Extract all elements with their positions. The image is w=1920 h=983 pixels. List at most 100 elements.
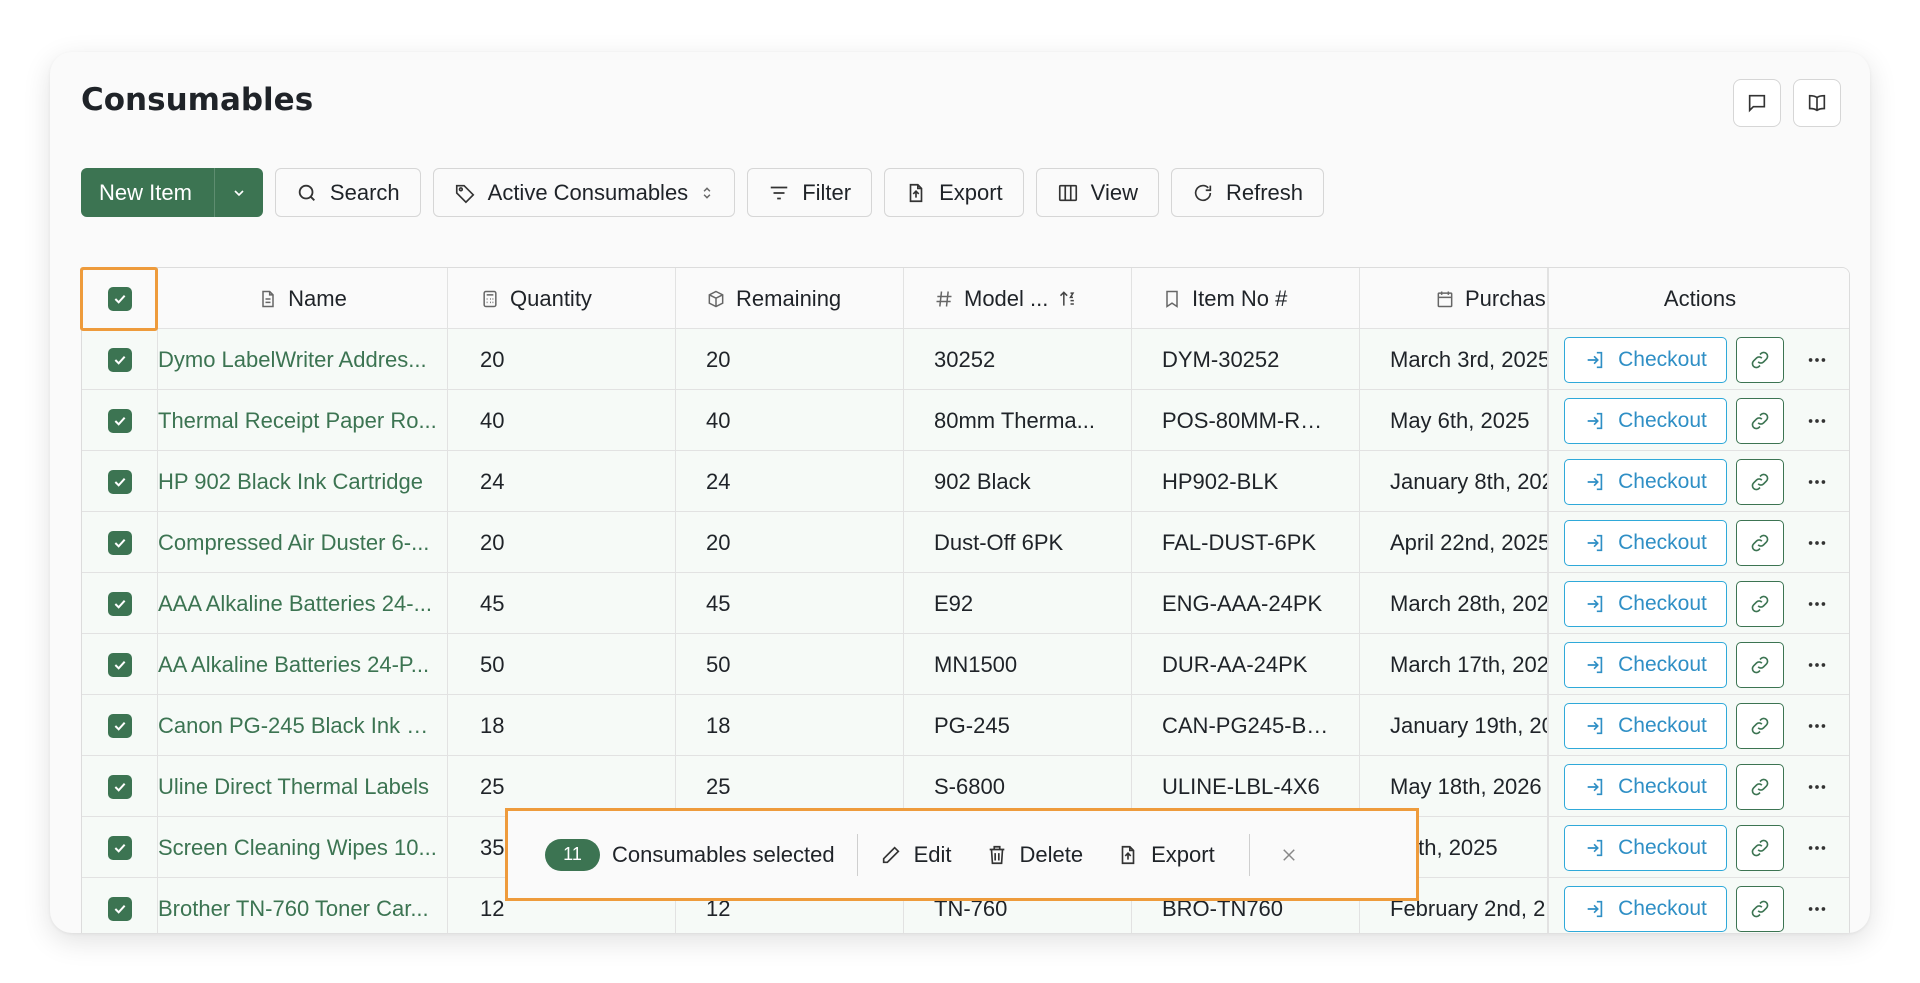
- item-name-link[interactable]: Compressed Air Duster 6-...: [158, 530, 429, 556]
- link-button[interactable]: [1736, 581, 1784, 627]
- filter-label: Filter: [802, 179, 852, 205]
- link-button[interactable]: [1736, 825, 1784, 871]
- name-cell: AAA Alkaline Batteries 24-...: [158, 573, 448, 634]
- more-actions-button[interactable]: [1799, 886, 1835, 932]
- view-button[interactable]: View: [1035, 168, 1159, 217]
- checkout-button[interactable]: Checkout: [1564, 642, 1727, 688]
- more-actions-button[interactable]: [1799, 398, 1835, 444]
- row-checkbox[interactable]: [107, 835, 132, 860]
- column-header-name-label: Name: [288, 285, 347, 311]
- link-button[interactable]: [1736, 337, 1784, 383]
- login-icon: [1587, 778, 1603, 796]
- item-name-link[interactable]: HP 902 Black Ink Cartridge: [158, 469, 423, 495]
- model-value: MN1500: [934, 651, 1018, 677]
- more-actions-button[interactable]: [1799, 764, 1835, 810]
- more-actions-button[interactable]: [1799, 703, 1835, 749]
- column-header-item-no[interactable]: Item No #: [1132, 268, 1360, 329]
- column-header-remaining[interactable]: Remaining: [676, 268, 904, 329]
- actions-cell: Checkout: [1548, 817, 1849, 878]
- new-item-dropdown-button[interactable]: [213, 168, 263, 217]
- checkout-button[interactable]: Checkout: [1564, 764, 1727, 810]
- bulk-delete-button[interactable]: Delete: [986, 842, 1083, 868]
- quantity-cell: 40: [448, 390, 676, 451]
- status-select[interactable]: Active Consumables: [432, 168, 736, 217]
- checkout-button[interactable]: Checkout: [1564, 337, 1727, 383]
- divider: [1248, 833, 1250, 876]
- row-checkbox[interactable]: [107, 347, 132, 372]
- checkout-button[interactable]: Checkout: [1564, 886, 1727, 932]
- link-button[interactable]: [1736, 764, 1784, 810]
- more-actions-button[interactable]: [1799, 520, 1835, 566]
- row-checkbox[interactable]: [107, 652, 132, 677]
- item-name-link[interactable]: AA Alkaline Batteries 24-P...: [158, 652, 429, 678]
- checkout-label: Checkout: [1618, 531, 1707, 554]
- pencil-icon: [882, 845, 900, 863]
- item-name-link[interactable]: Thermal Receipt Paper Ro...: [158, 408, 437, 434]
- more-horizontal-icon: [1808, 724, 1826, 728]
- checkmark-icon: [114, 660, 125, 670]
- more-actions-button[interactable]: [1799, 642, 1835, 688]
- model-value: 902 Black: [934, 468, 1031, 494]
- link-button[interactable]: [1736, 520, 1784, 566]
- item-name-link[interactable]: Dymo LabelWriter Addres...: [158, 347, 427, 373]
- item-name-link[interactable]: AAA Alkaline Batteries 24-...: [158, 591, 432, 617]
- row-checkbox[interactable]: [107, 408, 132, 433]
- column-header-purchase[interactable]: Purchas: [1360, 268, 1548, 329]
- purchase-date-cell: March 28th, 202: [1360, 573, 1548, 634]
- bulk-edit-button[interactable]: Edit: [880, 842, 952, 868]
- bulk-export-button[interactable]: Export: [1117, 842, 1215, 868]
- more-actions-button[interactable]: [1799, 581, 1835, 627]
- item-name-link[interactable]: Uline Direct Thermal Labels: [158, 774, 429, 800]
- checkout-button[interactable]: Checkout: [1564, 459, 1727, 505]
- export-button[interactable]: Export: [884, 168, 1024, 217]
- row-checkbox[interactable]: [107, 774, 132, 799]
- item-name-link[interactable]: Screen Cleaning Wipes 10...: [158, 835, 437, 861]
- checkout-label: Checkout: [1618, 470, 1707, 493]
- checkout-button[interactable]: Checkout: [1564, 825, 1727, 871]
- quantity-cell: 45: [448, 573, 676, 634]
- docs-button[interactable]: [1793, 79, 1841, 127]
- model-cell: 30252: [904, 329, 1132, 390]
- column-header-quantity-label: Quantity: [510, 285, 592, 311]
- more-actions-button[interactable]: [1799, 337, 1835, 383]
- row-checkbox[interactable]: [107, 713, 132, 738]
- remaining-cell: 40: [676, 390, 904, 451]
- checkout-label: Checkout: [1618, 775, 1707, 798]
- row-checkbox[interactable]: [107, 896, 132, 921]
- model-cell: PG-245: [904, 695, 1132, 756]
- column-header-model[interactable]: Model ...: [904, 268, 1132, 329]
- table-row: AA Alkaline Batteries 24-P... 50 50 MN1500 D…: [82, 634, 1849, 695]
- column-header-quantity[interactable]: Quantity: [448, 268, 676, 329]
- filter-button[interactable]: Filter: [747, 168, 873, 217]
- row-checkbox[interactable]: [107, 469, 132, 494]
- actions-cell: Checkout: [1548, 329, 1849, 390]
- new-item-button[interactable]: New Item: [81, 168, 214, 217]
- link-button[interactable]: [1736, 398, 1784, 444]
- column-header-name[interactable]: Name: [158, 268, 448, 329]
- more-actions-button[interactable]: [1799, 459, 1835, 505]
- row-checkbox[interactable]: [107, 591, 132, 616]
- link-button[interactable]: [1736, 459, 1784, 505]
- selected-label: Consumables selected: [612, 841, 835, 867]
- link-button[interactable]: [1736, 642, 1784, 688]
- link-icon: [1751, 656, 1769, 674]
- row-checkbox[interactable]: [107, 530, 132, 555]
- item-no-cell: ENG-AAA-24PK: [1132, 573, 1360, 634]
- checkout-button[interactable]: Checkout: [1564, 398, 1727, 444]
- comment-button[interactable]: [1733, 79, 1781, 127]
- link-button[interactable]: [1736, 703, 1784, 749]
- more-actions-button[interactable]: [1799, 825, 1835, 871]
- checkout-button[interactable]: Checkout: [1564, 581, 1727, 627]
- link-button[interactable]: [1736, 886, 1784, 932]
- search-button[interactable]: Search: [274, 168, 421, 217]
- refresh-button[interactable]: Refresh: [1170, 168, 1325, 217]
- item-name-link[interactable]: Brother TN-760 Toner Car...: [158, 896, 429, 922]
- search-icon: [298, 184, 315, 201]
- selection-bar: 11 Consumables selected Edit Delete Expo…: [505, 808, 1419, 901]
- actions-cell: Checkout: [1548, 695, 1849, 756]
- item-name-link[interactable]: Canon PG-245 Black Ink C...: [158, 713, 438, 739]
- checkout-button[interactable]: Checkout: [1564, 520, 1727, 566]
- clear-selection-button[interactable]: [1280, 846, 1298, 864]
- checkout-button[interactable]: Checkout: [1564, 703, 1727, 749]
- sort-ascending-icon[interactable]: [1058, 289, 1078, 309]
